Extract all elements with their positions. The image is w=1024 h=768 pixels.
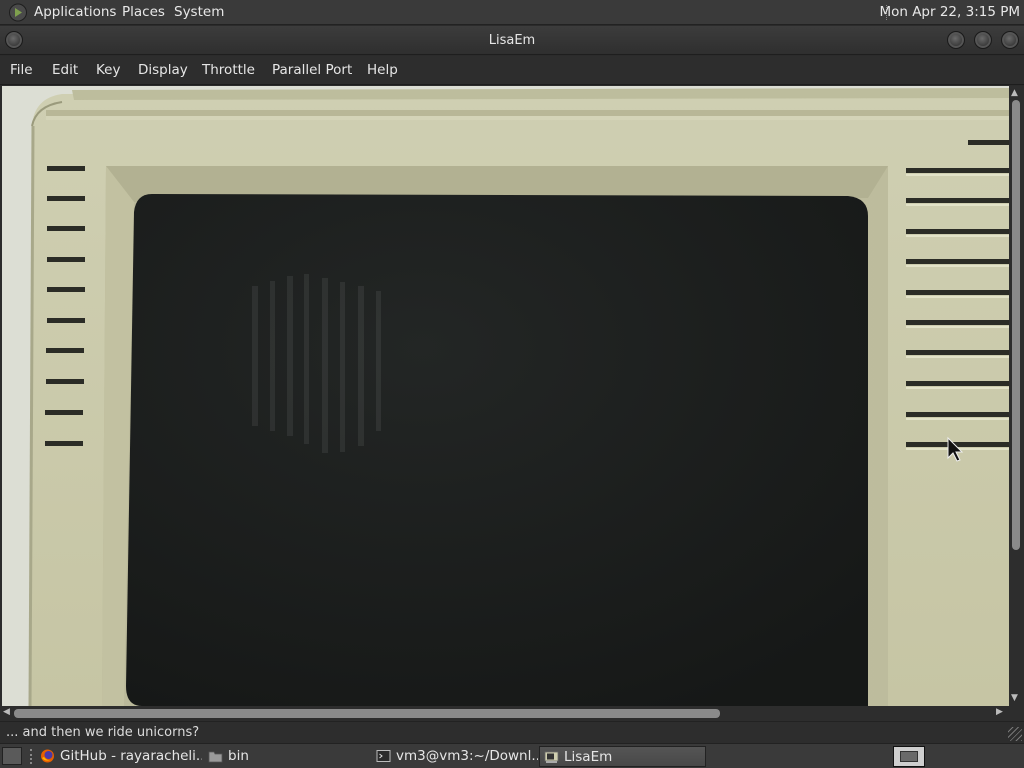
folder-icon xyxy=(208,751,223,763)
maximize-button[interactable] xyxy=(974,31,992,49)
scroll-right-icon[interactable]: ▶ xyxy=(996,707,1003,717)
resize-grip-icon[interactable] xyxy=(1008,727,1022,741)
task-label: GitHub - rayaracheli... xyxy=(60,748,202,764)
vertical-scrollbar[interactable]: ▲ ▼ xyxy=(1009,86,1024,706)
show-desktop-icon[interactable] xyxy=(2,747,22,765)
scroll-corner xyxy=(1009,706,1024,721)
workspace-switcher[interactable] xyxy=(893,746,925,767)
horizontal-scroll-thumb[interactable] xyxy=(14,709,720,718)
task-label: vm3@vm3:~/Downl... xyxy=(396,748,538,764)
menu-key[interactable]: Key xyxy=(96,62,120,78)
window-title: LisaEm xyxy=(488,33,536,48)
task-firefox[interactable]: GitHub - rayaracheli... xyxy=(36,746,202,767)
task-bin[interactable]: bin xyxy=(204,746,370,767)
top-panel: Applications Places System Mon Apr 22, 3… xyxy=(0,0,1024,25)
lisa-computer-image xyxy=(2,86,1009,706)
scroll-up-icon[interactable]: ▲ xyxy=(1011,88,1018,98)
gnome-foot-icon[interactable] xyxy=(8,3,28,22)
minimize-button[interactable] xyxy=(947,31,965,49)
menu-parallel-port[interactable]: Parallel Port xyxy=(272,62,352,78)
menu-help[interactable]: Help xyxy=(367,62,398,78)
scroll-down-icon[interactable]: ▼ xyxy=(1011,693,1018,703)
horizontal-scrollbar[interactable]: ◀ ▶ xyxy=(0,706,1009,721)
terminal-icon xyxy=(376,750,391,762)
task-label: bin xyxy=(228,748,249,764)
menu-edit[interactable]: Edit xyxy=(52,62,78,78)
vertical-scroll-thumb[interactable] xyxy=(1012,100,1020,550)
workspace-window-thumb xyxy=(900,751,918,762)
menu-display[interactable]: Display xyxy=(138,62,188,78)
clock[interactable]: Mon Apr 22, 3:15 PM xyxy=(879,4,1020,20)
system-menu[interactable]: System xyxy=(174,4,224,20)
firefox-icon xyxy=(41,749,54,763)
lisa-display[interactable] xyxy=(2,86,1009,706)
taskbar-handle[interactable] xyxy=(30,749,33,764)
task-lisaem[interactable]: LisaEm xyxy=(539,746,706,767)
places-menu[interactable]: Places xyxy=(122,4,165,20)
task-terminal[interactable]: vm3@vm3:~/Downl... xyxy=(372,746,538,767)
bottom-taskbar: GitHub - rayaracheli... bin vm3@vm3:~/Do… xyxy=(0,743,1024,768)
scroll-left-icon[interactable]: ◀ xyxy=(3,707,10,717)
task-label: LisaEm xyxy=(564,749,613,765)
menu-throttle[interactable]: Throttle xyxy=(202,62,255,78)
menu-file[interactable]: File xyxy=(10,62,33,78)
window-titlebar[interactable]: LisaEm xyxy=(0,26,1024,55)
status-message: ... and then we ride unicorns? xyxy=(6,725,200,740)
app-menubar: File Edit Key Display Throttle Parallel … xyxy=(0,56,1024,85)
applications-menu[interactable]: Applications xyxy=(34,4,116,20)
statusbar: ... and then we ride unicorns? xyxy=(0,721,1024,743)
close-button[interactable] xyxy=(1001,31,1019,49)
lisaem-icon xyxy=(544,751,559,763)
